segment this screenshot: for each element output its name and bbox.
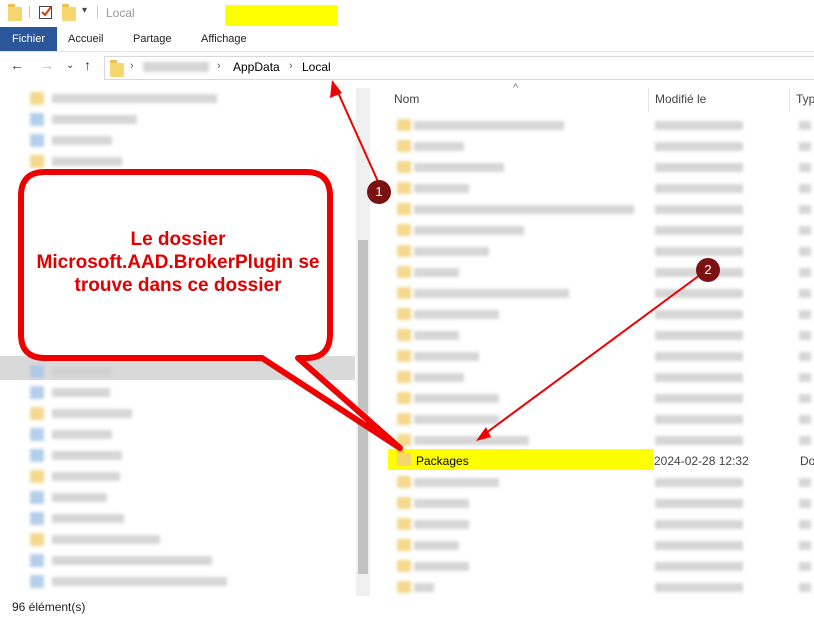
marker-1: 1 bbox=[367, 180, 391, 204]
arrow-2-line bbox=[481, 271, 705, 437]
callout-text: Le dossier Microsoft.AAD.BrokerPlugin se… bbox=[36, 229, 320, 296]
arrow-1-line bbox=[335, 87, 381, 187]
annotation-overlay bbox=[18, 80, 705, 451]
marker-2: 2 bbox=[696, 258, 720, 282]
arrow-2-head bbox=[476, 427, 491, 441]
callout-bubble bbox=[18, 169, 403, 451]
